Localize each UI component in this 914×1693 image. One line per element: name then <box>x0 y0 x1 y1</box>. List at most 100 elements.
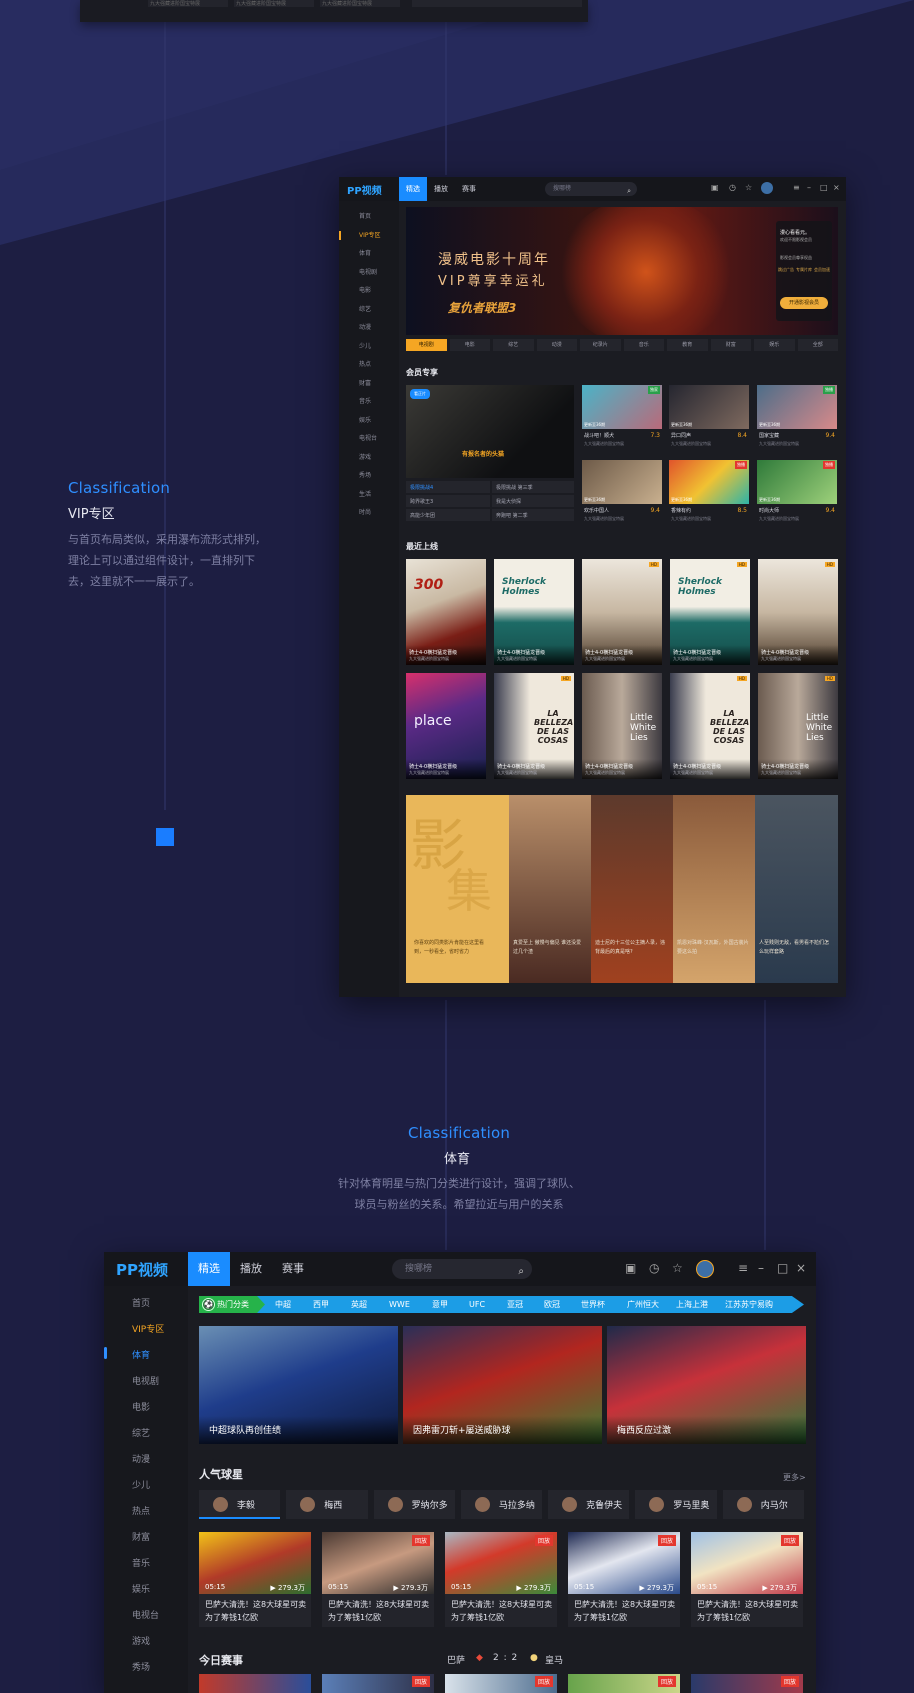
sidebar-item-music[interactable]: 音乐 <box>359 396 371 405</box>
match-thumb[interactable] <box>199 1674 311 1693</box>
history-icon[interactable]: ◷ <box>729 183 736 192</box>
poster-card[interactable]: HD 骑士4-0横扫猛龙晋级 九大强藏进阶国宝特展 <box>758 559 838 665</box>
poster-card[interactable]: HD Little White Lies 骑士4-0横扫猛龙晋级 九大强藏进阶国… <box>758 673 838 779</box>
player-tab[interactable]: 罗纳尔多 <box>373 1490 455 1519</box>
avatar[interactable] <box>696 1260 714 1278</box>
sidebar-item-fashion[interactable]: 时尚 <box>359 507 371 516</box>
poster-card[interactable]: HD LA BELLEZA DE LAS COSAS 骑士4-0横扫猛龙晋级 九… <box>670 673 750 779</box>
hot-item[interactable]: WWE <box>389 1296 410 1313</box>
video-card[interactable]: 独家 更新至36期 战斗吧！顺犬 7.3 九大强藏进阶国宝特展 <box>582 385 662 457</box>
sidebar-item-kids[interactable]: 少儿 <box>359 341 371 350</box>
home-team[interactable]: 巴萨 <box>447 1653 465 1666</box>
sidebar-item-music[interactable]: 音乐 <box>132 1556 150 1569</box>
search-icon[interactable]: ⌕ <box>627 184 631 198</box>
hot-item[interactable]: 广州恒大 <box>627 1296 659 1313</box>
video-card[interactable]: 独播 更新至36期 国家宝藏 9.4 九大强藏进阶国宝特展 <box>757 385 837 457</box>
sidebar-item-games[interactable]: 游戏 <box>359 452 371 461</box>
sidebar-item-tv[interactable]: 电视剧 <box>359 267 377 276</box>
maximize-icon[interactable]: □ <box>777 1261 788 1275</box>
away-team[interactable]: 皇马 <box>545 1653 563 1666</box>
sidebar-item-station[interactable]: 电视台 <box>132 1608 159 1621</box>
poster-card[interactable]: place 骑士4-0横扫猛龙晋级 九大强藏进阶国宝特展 <box>406 673 486 779</box>
player-tab[interactable]: 李毅 <box>199 1490 281 1519</box>
open-vip-button[interactable]: 开通影视会员 <box>780 297 828 309</box>
cat-variety[interactable]: 综艺 <box>493 339 534 351</box>
menu-icon[interactable]: ≡ <box>738 1261 748 1275</box>
message-icon[interactable]: ▣ <box>625 1261 636 1275</box>
sidebar-item-home[interactable]: 首页 <box>132 1296 150 1309</box>
video-clip[interactable]: 回放 05:15 ▶ 279.3万 巴萨大清洗！这8大球星可卖 为了筹钱1亿欧 <box>691 1532 803 1627</box>
sidebar-item-station[interactable]: 电视台 <box>359 433 377 442</box>
feature-link[interactable]: 高能少年团 <box>410 512 435 519</box>
sidebar-item-anime[interactable]: 动漫 <box>132 1452 150 1465</box>
hot-item[interactable]: 上海上港 <box>676 1296 708 1313</box>
hot-item[interactable]: 中超 <box>275 1296 291 1313</box>
poster-card[interactable]: 300 骑士4-0横扫猛龙晋级 九大强藏进阶国宝特展 <box>406 559 486 665</box>
hot-item[interactable]: 江苏苏宁易购 <box>725 1296 773 1313</box>
sidebar-item-ent[interactable]: 娱乐 <box>359 415 371 424</box>
collection-collage[interactable]: 影 集 你喜欢的同类影片肯能在这里看到，一秒看全，省时省力 真爱至上 傲慢与偏见… <box>406 795 838 983</box>
cat-edu[interactable]: 教育 <box>667 339 708 351</box>
sidebar-item-anime[interactable]: 动漫 <box>359 322 371 331</box>
match-thumb[interactable]: 回放 <box>445 1674 557 1693</box>
feature-link[interactable]: 极限挑战4 <box>410 484 433 491</box>
sidebar-item-home[interactable]: 首页 <box>359 211 371 220</box>
tab-play[interactable]: 播放 <box>427 177 455 201</box>
message-icon[interactable]: ▣ <box>711 183 719 192</box>
hot-item[interactable]: 西甲 <box>313 1296 329 1313</box>
match-thumb[interactable]: 回放 <box>322 1674 434 1693</box>
cat-movie[interactable]: 电影 <box>449 339 490 351</box>
cat-tv[interactable]: 电视剧 <box>406 339 447 351</box>
feature-link[interactable]: 我是大侦探 <box>496 498 521 505</box>
hot-item[interactable]: UFC <box>469 1296 485 1313</box>
hot-category-label[interactable]: ⚽ 热门分类 <box>199 1296 265 1313</box>
sidebar-item-tv[interactable]: 电视剧 <box>132 1374 159 1387</box>
tab-featured[interactable]: 精选 <box>399 177 427 201</box>
hot-item[interactable]: 亚冠 <box>507 1296 523 1313</box>
sidebar-item-sports[interactable]: 体育 <box>359 248 371 257</box>
cat-ent[interactable]: 娱乐 <box>754 339 795 351</box>
featured-video[interactable]: 看正片 有报名者的头猫 <box>406 385 574 478</box>
tab-events[interactable]: 赛事 <box>455 177 483 201</box>
video-card[interactable]: 更新至36期 欢乐中国人 9.4 九大强藏进阶国宝特展 <box>582 460 662 532</box>
player-tab[interactable]: 罗马里奥 <box>635 1490 717 1519</box>
player-tab[interactable]: 内马尔 <box>722 1490 804 1519</box>
sidebar-item-hot[interactable]: 热点 <box>132 1504 150 1517</box>
sidebar-item-variety[interactable]: 综艺 <box>359 304 371 313</box>
poster-card[interactable]: HD Sherlock Holmes 骑士4-0横扫猛龙晋级 九大强藏进阶国宝特… <box>670 559 750 665</box>
close-icon[interactable]: × <box>833 183 840 192</box>
sidebar-item-variety[interactable]: 综艺 <box>132 1426 150 1439</box>
poster-card[interactable]: Little White Lies 骑士4-0横扫猛龙晋级 九大强藏进阶国宝特展 <box>582 673 662 779</box>
close-icon[interactable]: × <box>796 1261 806 1275</box>
sidebar-item-finance[interactable]: 财富 <box>359 378 371 387</box>
search-input[interactable]: 搜哪榜 ⌕ <box>392 1259 532 1279</box>
player-tab[interactable]: 克鲁伊夫 <box>548 1490 630 1519</box>
poster-card[interactable]: HD 骑士4-0横扫猛龙晋级 九大强藏进阶国宝特展 <box>582 559 662 665</box>
sidebar-item-movie[interactable]: 电影 <box>132 1400 150 1413</box>
minimize-icon[interactable]: – <box>807 183 811 192</box>
sidebar-item-sports[interactable]: 体育 <box>132 1348 150 1361</box>
app-logo[interactable]: PP视频 <box>347 182 382 197</box>
video-clip[interactable]: 回放 05:15 ▶ 279.3万 巴萨大清洗！这8大球星可卖 为了筹钱1亿欧 <box>445 1532 557 1627</box>
hot-item[interactable]: 世界杯 <box>581 1296 605 1313</box>
app-logo[interactable]: PP视频 <box>116 1259 168 1280</box>
video-card[interactable]: 更新至36期 异口同声 8.4 九大强藏进阶国宝特展 <box>669 385 749 457</box>
sidebar-item-finance[interactable]: 财富 <box>132 1530 150 1543</box>
sidebar-item-kids[interactable]: 少儿 <box>132 1478 150 1491</box>
hot-item[interactable]: 意甲 <box>432 1296 448 1313</box>
sidebar-item-ent[interactable]: 娱乐 <box>132 1582 150 1595</box>
match-thumb[interactable]: 回放 <box>691 1674 803 1693</box>
favorite-icon[interactable]: ☆ <box>672 1261 683 1275</box>
hero-video[interactable]: 中超球队再创佳绩 <box>199 1326 398 1444</box>
cat-music[interactable]: 音乐 <box>623 339 664 351</box>
video-clip[interactable]: 05:15 ▶ 279.3万 巴萨大清洗！这8大球星可卖 为了筹钱1亿欧 <box>199 1532 311 1627</box>
tab-play[interactable]: 播放 <box>230 1252 272 1286</box>
cat-doc[interactable]: 纪录片 <box>580 339 621 351</box>
hero-video[interactable]: 因弗雷刀斩+屡送威胁球 <box>403 1326 602 1444</box>
sidebar-item-movie[interactable]: 电影 <box>359 285 371 294</box>
match-thumb[interactable]: 回放 <box>568 1674 680 1693</box>
search-icon[interactable]: ⌕ <box>518 1262 524 1282</box>
cat-anime[interactable]: 动漫 <box>536 339 577 351</box>
tab-featured[interactable]: 精选 <box>188 1252 230 1286</box>
favorite-icon[interactable]: ☆ <box>745 183 752 192</box>
